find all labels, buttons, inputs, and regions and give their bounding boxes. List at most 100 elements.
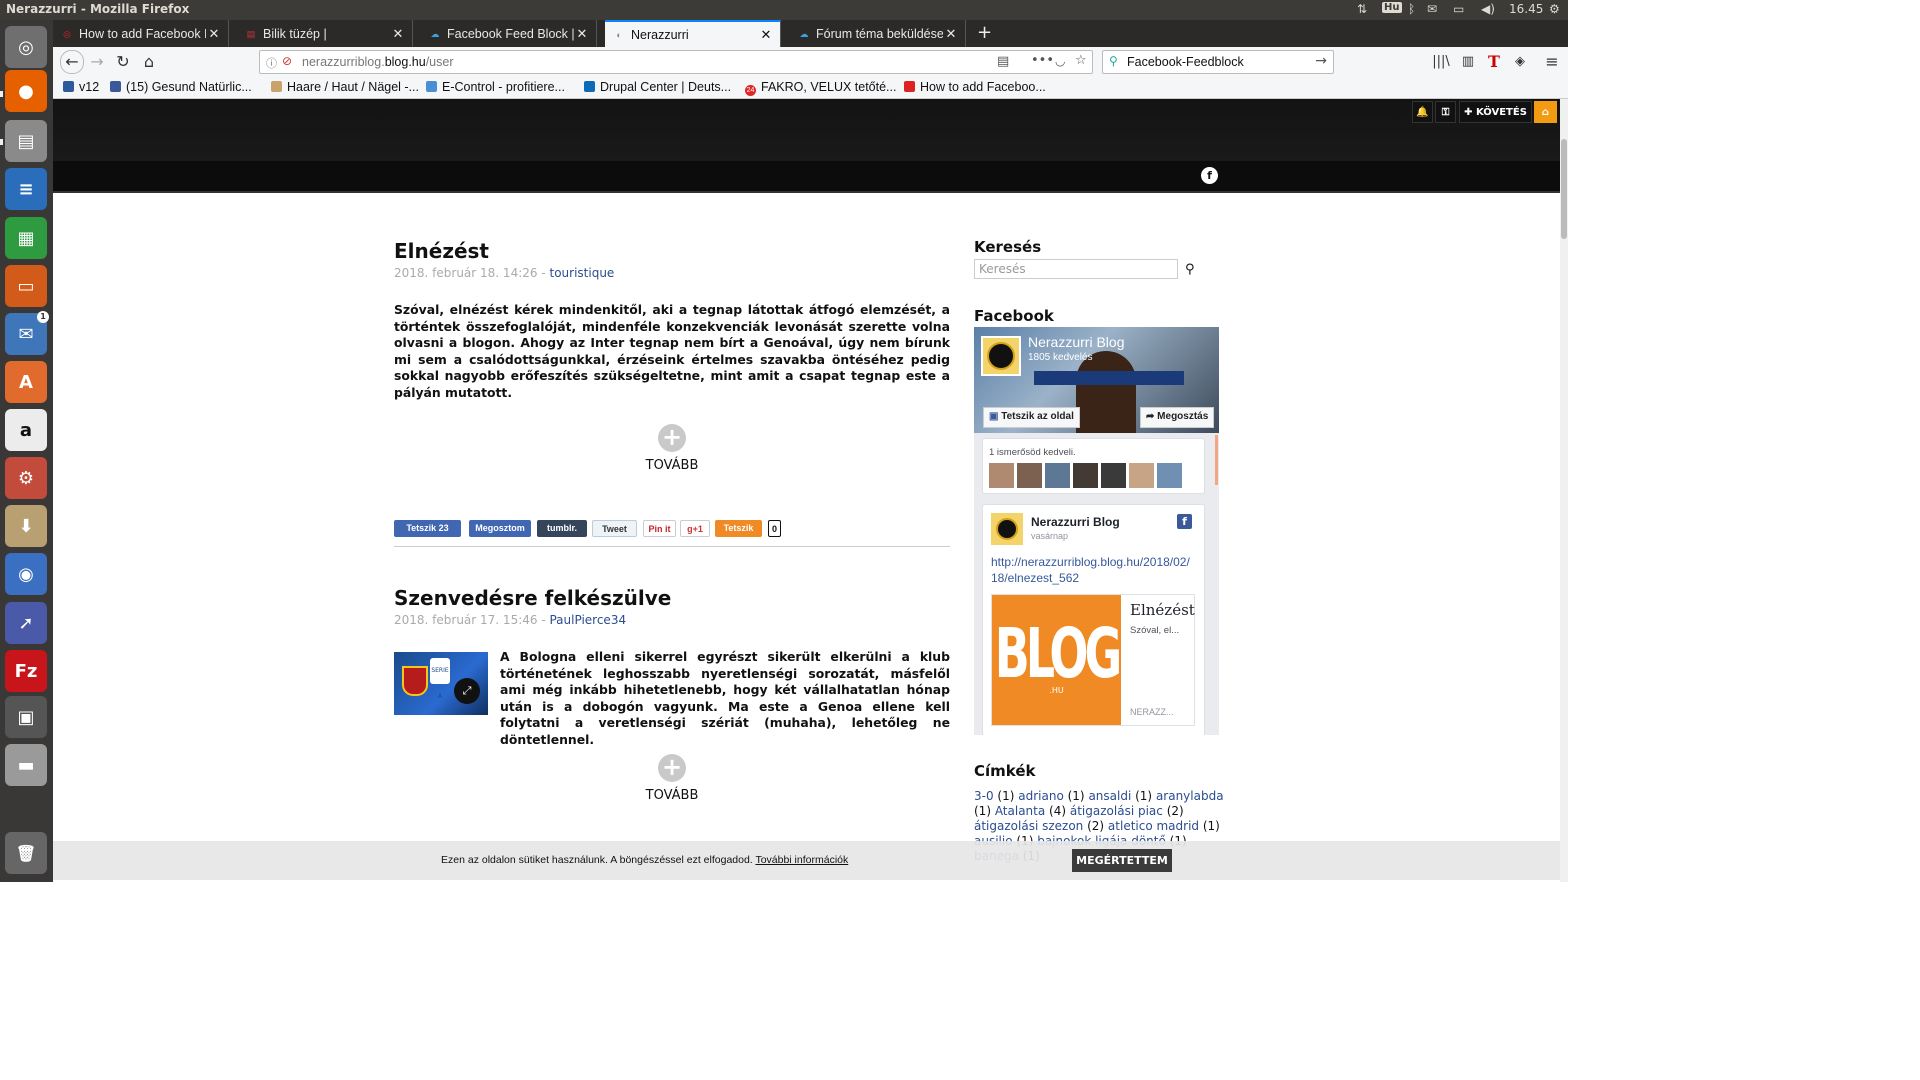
search-icon[interactable]: ⚲ [1185, 262, 1195, 277]
tab-close-icon[interactable]: ✕ [206, 26, 222, 42]
workspace-switcher-icon[interactable]: ▣ [5, 696, 47, 738]
blog-like-button[interactable]: Tetszik [715, 520, 762, 537]
back-button[interactable]: ← [60, 50, 84, 74]
bookmark-item[interactable]: Haare / Haut / Nägel -... [271, 80, 419, 94]
reader-view-icon[interactable]: ▤ [997, 54, 1009, 69]
search-engine-icon[interactable]: ⚲ [1109, 54, 1118, 68]
downloads-icon[interactable]: ⬇ [5, 505, 47, 547]
facebook-share-button[interactable]: Megosztom [469, 520, 531, 537]
fb-post-avatar[interactable] [991, 513, 1023, 545]
software-center-icon[interactable]: A [5, 361, 47, 403]
tag-link[interactable]: átigazolási szezon [974, 819, 1083, 833]
friend-avatar[interactable] [1101, 463, 1126, 488]
files-icon[interactable]: ▤ [5, 120, 47, 162]
impress-icon[interactable]: ▭ [5, 265, 47, 307]
read-more-button[interactable]: + TOVÁBB [632, 424, 712, 474]
writer-icon[interactable]: ≡ [5, 168, 47, 210]
friend-avatar[interactable] [1017, 463, 1042, 488]
drive-icon[interactable]: ▬ [5, 744, 47, 786]
mail-icon[interactable]: ✉ [1427, 2, 1437, 16]
translate-extension-icon[interactable]: T [1484, 52, 1504, 72]
browser-tab[interactable]: ☁ Facebook Feed Block | D ✕ [421, 20, 597, 47]
ubuntu-dash-icon[interactable]: ◎ [5, 26, 47, 68]
fb-link-preview[interactable]: BLOG .HU Elnézést Szóval, el... NERAZZ..… [991, 594, 1195, 726]
filezilla-icon[interactable]: Fz [5, 650, 47, 692]
read-more-button[interactable]: + TOVÁBB [632, 754, 712, 804]
chromium-icon[interactable]: ◉ [5, 553, 47, 595]
bookmark-item[interactable]: Drupal Center | Deuts... [584, 80, 731, 94]
trash-icon[interactable]: 🗑 [5, 832, 47, 874]
tag-link[interactable]: adriano [1018, 789, 1064, 803]
fb-page-name[interactable]: Nerazzurri Blog [1028, 334, 1124, 350]
post-author-link[interactable]: PaulPierce34 [549, 613, 626, 627]
extension-icon[interactable]: ◈ [1510, 52, 1530, 72]
page-scrollbar[interactable] [1560, 99, 1568, 882]
fb-post-link[interactable]: http://nerazzurriblog.blog.hu/2018/02/18… [991, 554, 1191, 586]
pointer-tool-icon[interactable]: ➚ [5, 602, 47, 644]
reload-button[interactable]: ↻ [113, 52, 133, 72]
firefox-icon[interactable]: ● [5, 70, 47, 112]
calc-icon[interactable]: ▦ [5, 217, 47, 259]
bookmark-star-icon[interactable]: ☆ [1075, 53, 1087, 68]
browser-tab[interactable]: ☁ Fórum téma beküldése ✕ [790, 20, 966, 47]
sidebar-toggle-icon[interactable]: ▥ [1458, 52, 1478, 72]
browser-tab[interactable]: ▤ Bilik tüzép | ✕ [237, 20, 413, 47]
tag-link[interactable]: atletico madrid [1108, 819, 1199, 833]
login-key-icon[interactable]: ⚿ [1435, 101, 1456, 123]
bookmark-item[interactable]: v12 [63, 80, 99, 94]
cookie-accept-button[interactable]: MEGÉRTETTEM [1072, 849, 1172, 872]
blog-home-icon[interactable]: ⌂ [1534, 101, 1557, 123]
hamburger-menu-icon[interactable]: ≡ [1542, 52, 1562, 72]
bluetooth-icon[interactable]: ᛒ [1408, 2, 1415, 16]
fb-post-time[interactable]: vasárnap [1031, 531, 1068, 541]
settings-icon[interactable]: ⚙ [5, 457, 47, 499]
friend-avatar[interactable] [1073, 463, 1098, 488]
tweet-button[interactable]: Tweet [592, 520, 637, 537]
url-bar[interactable]: ⓘ ⊘ nerazzurriblog.blog.hu/user ▤ ••• ◡ … [259, 50, 1093, 74]
battery-icon[interactable]: ▭ [1453, 2, 1464, 16]
page-avatar[interactable] [981, 336, 1021, 376]
post-title[interactable]: Elnézést [394, 239, 489, 263]
google-plus-button[interactable]: g+1 [680, 520, 710, 537]
scrollbar-thumb[interactable] [1561, 139, 1567, 239]
friend-avatar[interactable] [989, 463, 1014, 488]
browser-tab[interactable]: ◐ Nerazzurri ✕ [605, 20, 781, 47]
home-button[interactable]: ⌂ [139, 52, 159, 72]
tag-link[interactable]: aranylabda [1156, 789, 1224, 803]
sidebar-search-input[interactable]: Keresés [974, 259, 1178, 279]
fb-share-button[interactable]: ➦ Megosztás [1140, 407, 1215, 428]
thunderbird-icon[interactable]: ✉ 1 [5, 311, 49, 355]
tumblr-button[interactable]: tumblr. [537, 520, 587, 537]
network-transfer-icon[interactable]: ⇅ [1357, 2, 1367, 16]
tab-close-icon[interactable]: ✕ [574, 26, 590, 42]
post-title[interactable]: Szenvedésre felkészülve [394, 586, 671, 610]
bookmark-item[interactable]: 24 FAKRO, VELUX tetőté... [745, 80, 896, 96]
tab-close-icon[interactable]: ✕ [390, 26, 406, 42]
post-author-link[interactable]: touristique [549, 266, 614, 280]
cookie-more-info-link[interactable]: További információk [755, 854, 848, 866]
follow-button[interactable]: ✚ KÖVETÉS [1459, 101, 1532, 123]
post-thumbnail[interactable]: SERIE A ⤢ [394, 652, 488, 715]
forward-button[interactable]: → [87, 52, 107, 72]
pinterest-button[interactable]: Pin it [643, 520, 676, 537]
tag-link[interactable]: 3-0 [974, 789, 994, 803]
power-gear-icon[interactable]: ⚙ [1549, 2, 1560, 16]
notification-bell-icon[interactable]: 🔔 [1412, 101, 1433, 123]
clock[interactable]: 16.45 [1509, 2, 1543, 16]
friend-avatar[interactable] [1157, 463, 1182, 488]
fb-like-page-button[interactable]: ▣ Tetszik az oldal [983, 407, 1080, 428]
tab-close-icon[interactable]: ✕ [758, 27, 774, 43]
facebook-like-button[interactable]: Tetszik 23 [394, 520, 461, 537]
fb-scroll-indicator[interactable] [1215, 435, 1218, 485]
tag-link[interactable]: Atalanta [995, 804, 1045, 818]
bookmark-item[interactable]: How to add Faceboo... [904, 80, 1046, 94]
search-bar[interactable]: ⚲ Facebook-Feedblock → [1102, 50, 1334, 74]
pocket-icon[interactable]: ◡ [1055, 54, 1065, 68]
fb-post-author[interactable]: Nerazzurri Blog [1031, 515, 1120, 529]
page-actions-icon[interactable]: ••• [1031, 53, 1054, 68]
amazon-icon[interactable]: a [5, 409, 47, 451]
facebook-icon[interactable]: f [1201, 167, 1218, 184]
tracking-protection-icon[interactable]: ⊘ [282, 54, 292, 68]
volume-icon[interactable]: ◀) [1481, 2, 1495, 16]
tag-link[interactable]: ansaldi [1088, 789, 1131, 803]
